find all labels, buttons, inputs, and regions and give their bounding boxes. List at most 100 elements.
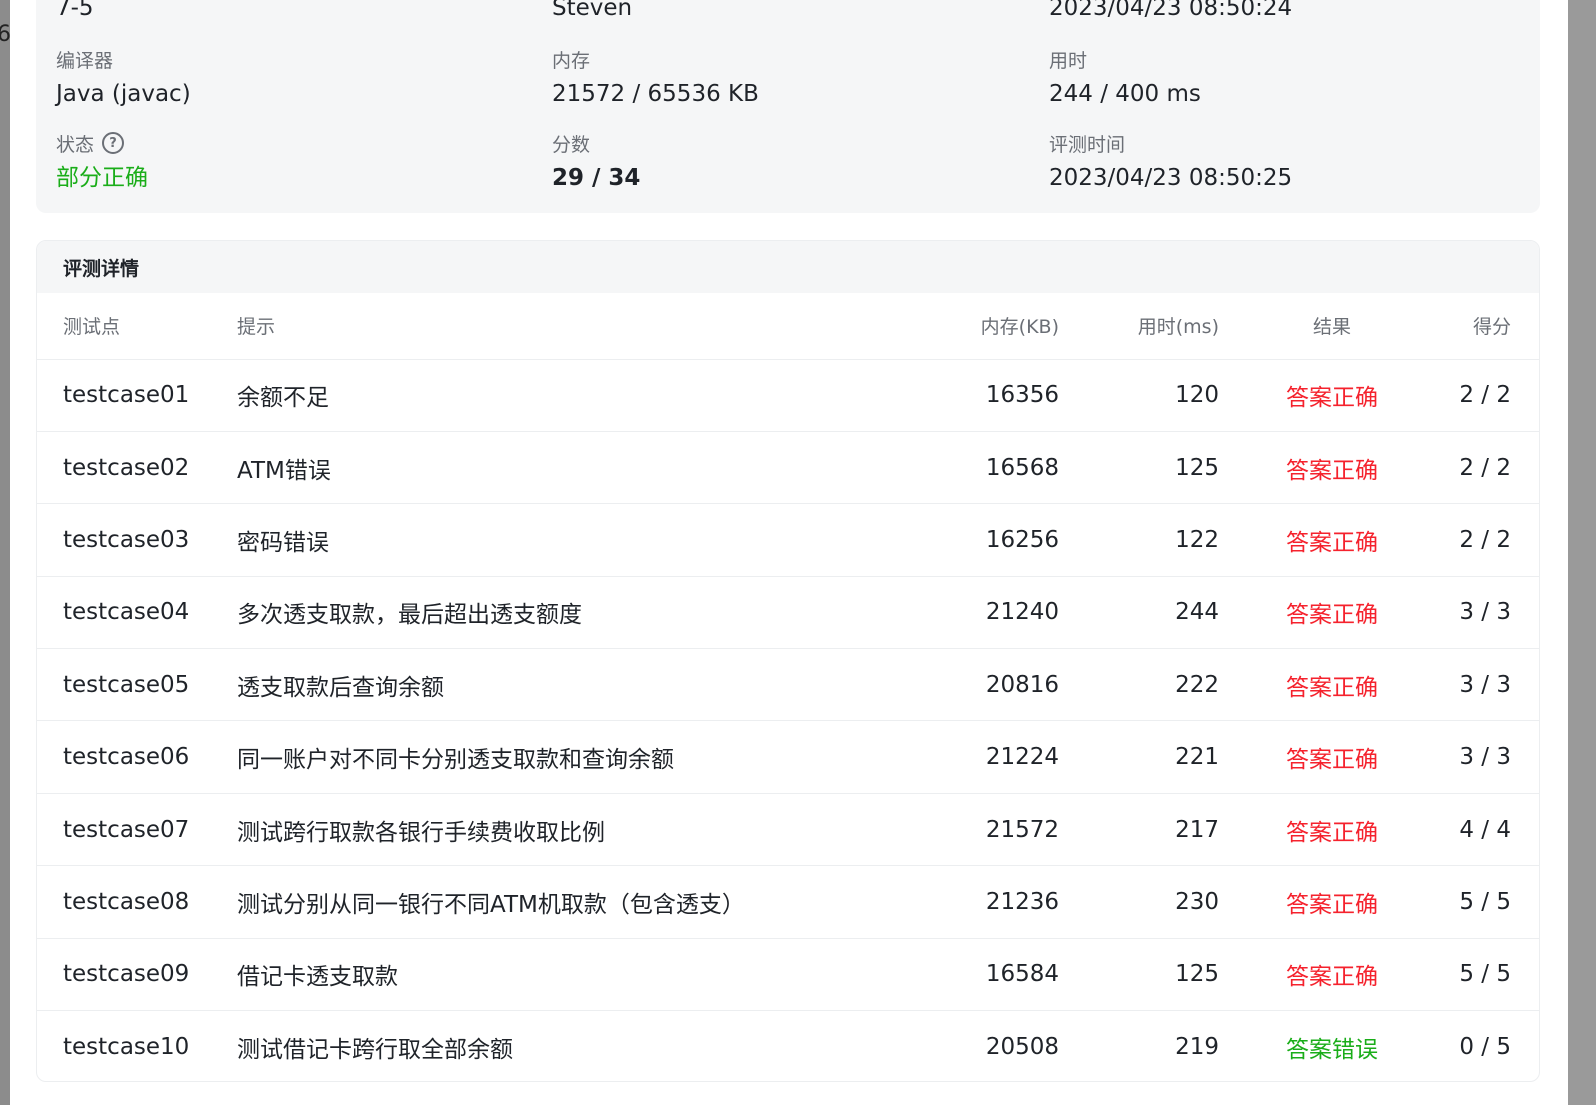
- testcase-name: testcase02: [37, 431, 237, 505]
- judge-details-table: 测试点 提示 内存(KB) 用时(ms) 结果 得分 testcase01 余额不…: [37, 293, 1539, 1081]
- testcase-result: 答案正确: [1219, 720, 1445, 794]
- time-value: 244 / 400 ms: [1049, 81, 1201, 107]
- testcase-memory: 20508: [985, 1033, 1059, 1060]
- table-row: testcase09 借记卡透支取款 16584 125 答案正确 5 / 5: [37, 938, 1539, 1012]
- testcase-result: 答案正确: [1219, 431, 1445, 505]
- table-row: testcase04 多次透支取款，最后超出透支额度 21240 244 答案正确 3 /…: [37, 576, 1539, 650]
- table-header-row: 测试点 提示 内存(KB) 用时(ms) 结果 得分: [37, 293, 1539, 360]
- submission-summary-panel: 7-5 Steven 2023/04/23 08:50:24 编译器 Java …: [36, 0, 1540, 213]
- testcase-result: 答案正确: [1219, 648, 1445, 722]
- table-row: testcase07 测试跨行取款各银行手续费收取比例 21572 217 答案正确 4 …: [37, 793, 1539, 867]
- status-label: 状态: [56, 133, 95, 156]
- testcase-score: 3 / 3: [1445, 648, 1539, 722]
- testcase-name: testcase05: [37, 648, 237, 722]
- testcase-time: 125: [1059, 938, 1219, 1012]
- compiler-label: 编译器: [56, 49, 114, 72]
- testcase-memory: 21224: [877, 720, 1059, 794]
- testcase-memory: 20816: [877, 648, 1059, 722]
- compiler-value: Java (javac): [56, 81, 191, 107]
- testcase-name: testcase03: [37, 503, 237, 577]
- table-row: testcase10 测试借记卡跨行取全部余额 20508 219 答案错误 0 / 5: [37, 1011, 1539, 1081]
- submission-page: 7-5 Steven 2023/04/23 08:50:24 编译器 Java …: [10, 0, 1568, 1105]
- column-header-case: 测试点: [37, 293, 237, 360]
- testcase-score: 3 / 3: [1445, 576, 1539, 650]
- table-row: testcase02 ATM错误 16568 125 答案正确 2 / 2: [37, 431, 1539, 505]
- testcase-hint: 借记卡透支取款: [237, 938, 877, 1012]
- testcase-time: 244: [1059, 576, 1219, 650]
- table-row: testcase03 密码错误 16256 122 答案正确 2 / 2: [37, 503, 1539, 577]
- testcase-name: testcase08: [37, 865, 237, 939]
- judge-time-label: 评测时间: [1049, 133, 1126, 156]
- testcase-score: 0 / 5: [1459, 1033, 1511, 1060]
- testcase-memory: 21236: [877, 865, 1059, 939]
- status-label-row: 状态 ?: [56, 130, 148, 156]
- testcase-hint: 透支取款后查询余额: [237, 648, 877, 722]
- testcase-hint: 余额不足: [237, 359, 877, 432]
- testcase-hint: 密码错误: [237, 503, 877, 577]
- status-value: 部分正确: [56, 165, 148, 191]
- testcase-time: 222: [1059, 648, 1219, 722]
- testcase-time: 221: [1059, 720, 1219, 794]
- testcase-hint: ATM错误: [237, 431, 877, 505]
- testcase-memory: 16584: [877, 938, 1059, 1012]
- testcase-hint: 测试跨行取款各银行手续费收取比例: [237, 793, 877, 867]
- testcase-result: 答案正确: [1219, 576, 1445, 650]
- table-row: testcase08 测试分别从同一银行不同ATM机取款（包含透支） 21236 23…: [37, 865, 1539, 939]
- testcase-name: testcase10: [63, 1033, 190, 1060]
- testcase-result: 答案正确: [1219, 865, 1445, 939]
- user-value[interactable]: Steven: [552, 0, 632, 24]
- testcase-memory: 21240: [877, 576, 1059, 650]
- testcase-time: 122: [1059, 503, 1219, 577]
- table-row: testcase01 余额不足 16356 120 答案正确 2 / 2: [37, 359, 1539, 432]
- testcase-memory: 21572: [877, 793, 1059, 867]
- testcase-time: 230: [1059, 865, 1219, 939]
- testcase-score: 2 / 2: [1445, 359, 1539, 432]
- column-header-hint: 提示: [237, 293, 877, 360]
- testcase-score: 2 / 2: [1445, 431, 1539, 505]
- judge-time-value: 2023/04/23 08:50:25: [1049, 165, 1293, 191]
- table-row: testcase05 透支取款后查询余额 20816 222 答案正确 3 / 3: [37, 648, 1539, 722]
- testcase-name: testcase09: [37, 938, 237, 1012]
- testcase-memory: 16356: [877, 359, 1059, 432]
- submit-time-value: 2023/04/23 08:50:24: [1049, 0, 1293, 21]
- testcase-name: testcase07: [37, 793, 237, 867]
- column-header-time: 用时(ms): [1059, 293, 1219, 360]
- testcase-name: testcase06: [37, 720, 237, 794]
- problem-id-value[interactable]: 7-5: [56, 0, 94, 24]
- column-header-score: 得分: [1445, 293, 1539, 360]
- testcase-hint: 同一账户对不同卡分别透支取款和查询余额: [237, 720, 877, 794]
- testcase-hint: 测试分别从同一银行不同ATM机取款（包含透支）: [237, 865, 877, 939]
- time-label: 用时: [1049, 49, 1088, 72]
- testcase-result: 答案错误: [1286, 1036, 1378, 1063]
- left-background-strip: 6: [0, 0, 11, 1105]
- testcase-result: 答案正确: [1219, 503, 1445, 577]
- testcase-memory: 16256: [877, 503, 1059, 577]
- testcase-result: 答案正确: [1219, 359, 1445, 432]
- testcase-score: 4 / 4: [1445, 793, 1539, 867]
- testcase-result: 答案正确: [1219, 938, 1445, 1012]
- testcase-score: 3 / 3: [1445, 720, 1539, 794]
- judge-details-card: 评测详情 测试点 提示 内存(KB) 用时(ms) 结果 得分 testcase…: [36, 240, 1540, 1082]
- memory-label: 内存: [552, 49, 591, 72]
- column-header-memory: 内存(KB): [877, 293, 1059, 360]
- score-value: 29 / 34: [552, 165, 641, 191]
- testcase-score: 2 / 2: [1445, 503, 1539, 577]
- judge-details-title: 评测详情: [37, 241, 1539, 293]
- testcase-name: testcase04: [37, 576, 237, 650]
- help-icon[interactable]: ?: [102, 132, 125, 154]
- table-row: testcase06 同一账户对不同卡分别透支取款和查询余额 21224 221 答案正…: [37, 720, 1539, 794]
- testcase-hint: 多次透支取款，最后超出透支额度: [237, 576, 877, 650]
- testcase-hint: 测试借记卡跨行取全部余额: [237, 1036, 513, 1063]
- testcase-score: 5 / 5: [1445, 865, 1539, 939]
- testcase-time: 217: [1059, 793, 1219, 867]
- testcase-score: 5 / 5: [1445, 938, 1539, 1012]
- testcase-memory: 16568: [877, 431, 1059, 505]
- testcase-time: 120: [1059, 359, 1219, 432]
- column-header-result: 结果: [1219, 293, 1445, 360]
- score-label: 分数: [552, 133, 591, 156]
- testcase-result: 答案正确: [1219, 793, 1445, 867]
- testcase-name: testcase01: [37, 359, 237, 432]
- testcase-time: 219: [1175, 1033, 1219, 1060]
- memory-value: 21572 / 65536 KB: [552, 81, 759, 107]
- right-background-strip: [1568, 0, 1596, 1105]
